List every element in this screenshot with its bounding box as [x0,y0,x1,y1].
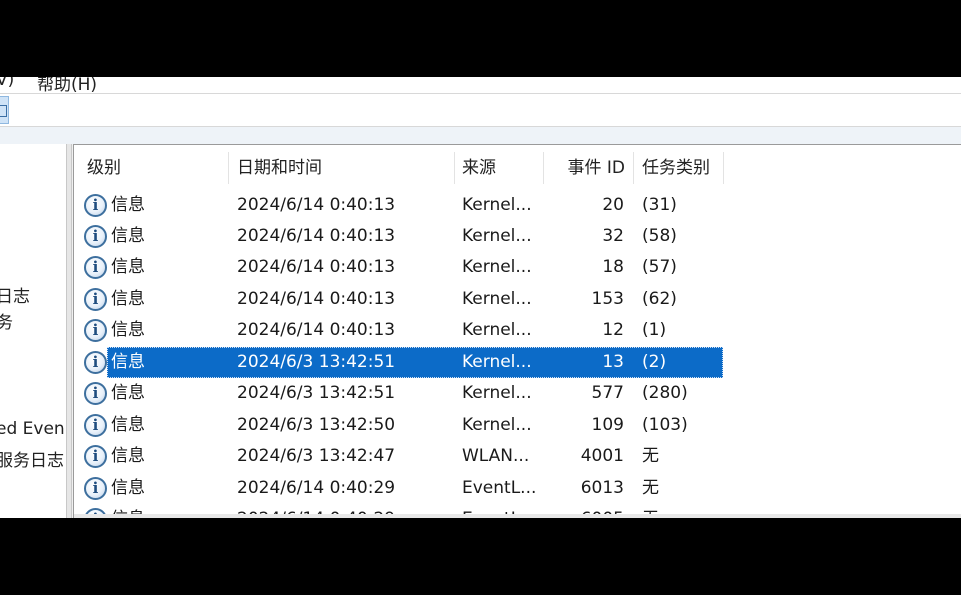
cell-source: Kernel... [462,352,532,372]
selection-highlight [107,347,723,378]
cell-event-id: 109 [591,415,624,435]
cell-datetime: 2024/6/14 0:40:13 [237,195,396,215]
cell-source: Kernel... [462,383,532,403]
table-row[interactable]: 信息 2024/6/14 0:40:13 Kernel... 32 (58) [74,221,724,252]
cell-source: EventL... [462,478,537,498]
table-row-selected[interactable]: 信息 2024/6/3 13:42:51 Kernel... 13 (2) [74,347,724,378]
cell-datetime: 2024/6/3 13:42:51 [237,383,396,403]
menu-view[interactable]: V) [0,77,14,90]
cell-source: Kernel... [462,415,532,435]
cell-level: 信息 [111,320,145,340]
info-icon [84,445,107,468]
table-row[interactable]: 信息 2024/6/14 0:40:13 Kernel... 18 (57) [74,252,724,283]
cell-event-id: 18 [602,257,624,277]
toolbar [0,93,961,127]
table-row[interactable]: 信息 2024/6/14 0:40:13 Kernel... 12 (1) [74,315,724,346]
cell-source: Kernel... [462,320,532,340]
cell-datetime: 2024/6/3 13:42:51 [237,352,396,372]
cell-source: Kernel... [462,289,532,309]
cell-datetime: 2024/6/14 0:40:13 [237,257,396,277]
tree-item-forwarded-events[interactable]: ed Even [0,419,65,439]
column-header-level[interactable]: 级别 [87,152,229,184]
cell-source: Kernel... [462,257,532,277]
table-row[interactable]: 信息 2024/6/14 0:40:13 Kernel... 20 (31) [74,190,724,221]
info-icon [84,288,107,311]
column-header-event-id[interactable]: 事件 ID [544,152,634,184]
menu-bar: V) 帮助(H) [0,77,961,93]
menu-help[interactable]: 帮助(H) [37,77,97,93]
event-viewer-window: V) 帮助(H) 日志 务 ed Even 服务日志 级别 日期和时间 来源 事… [0,77,961,518]
cell-source: Kernel... [462,195,532,215]
cell-task-category: 无 [642,478,659,498]
letterbox-bottom [0,518,961,595]
cell-level: 信息 [111,257,145,277]
info-icon [84,382,107,405]
letterbox-top [0,0,961,77]
cell-task-category: (2) [642,352,667,372]
cell-task-category: 无 [642,446,659,466]
console-tree-pane: 日志 务 ed Even 服务日志 [0,144,67,518]
cell-datetime: 2024/6/14 0:40:13 [237,289,396,309]
info-icon [84,319,107,342]
info-icon [84,256,107,279]
cell-task-category: (62) [642,289,677,309]
tree-item-service-logs[interactable]: 服务日志 [0,446,64,471]
cell-level: 信息 [111,478,145,498]
info-icon [84,225,107,248]
cell-event-id: 32 [602,226,624,246]
table-row[interactable]: 信息 2024/6/3 13:42:51 Kernel... 577 (280) [74,378,724,409]
cell-task-category: (1) [642,320,667,340]
cell-level: 信息 [111,289,145,309]
cell-level: 信息 [111,226,145,246]
cell-event-id: 577 [591,383,624,403]
table-row[interactable]: 信息 2024/6/3 13:42:50 Kernel... 109 (103) [74,410,724,441]
cell-task-category: (280) [642,383,688,403]
cell-task-category: (57) [642,257,677,277]
cell-event-id: 12 [602,320,624,340]
info-icon [84,194,107,217]
show-hide-console-tree-icon[interactable] [0,96,9,124]
cell-task-category: (103) [642,415,688,435]
cell-level: 信息 [111,195,145,215]
cell-level: 信息 [111,383,145,403]
table-row[interactable]: 信息 2024/6/3 13:42:47 WLAN... 4001 无 [74,441,724,472]
cell-task-category: (31) [642,195,677,215]
cell-datetime: 2024/6/14 0:40:13 [237,226,396,246]
cell-datetime: 2024/6/14 0:40:29 [237,478,396,498]
cell-level: 信息 [111,415,145,435]
column-header-task-category[interactable]: 任务类别 [642,152,724,184]
cell-event-id: 6013 [580,478,624,498]
header-band [0,127,961,144]
cell-source: WLAN... [462,446,530,466]
event-list-pane: 级别 日期和时间 来源 事件 ID 任务类别 信息 2024/6/14 0:40… [73,144,961,518]
table-row[interactable]: 信息 2024/6/14 0:40:13 Kernel... 153 (62) [74,284,724,315]
cell-level: 信息 [111,352,145,372]
tree-item-log[interactable]: 日志 [0,282,30,307]
info-icon [84,414,107,437]
cell-source: Kernel... [462,226,532,246]
table-row[interactable]: 信息 2024/6/14 0:40:29 EventL... 6013 无 [74,473,724,504]
cell-datetime: 2024/6/14 0:40:13 [237,320,396,340]
tree-item-service[interactable]: 务 [0,308,13,333]
cell-event-id: 13 [602,352,624,372]
cell-event-id: 4001 [580,446,624,466]
column-header-datetime[interactable]: 日期和时间 [237,152,455,184]
cell-event-id: 20 [602,195,624,215]
cell-datetime: 2024/6/3 13:42:50 [237,415,396,435]
cell-datetime: 2024/6/3 13:42:47 [237,446,396,466]
cell-task-category: (58) [642,226,677,246]
column-header-source[interactable]: 来源 [462,152,544,184]
cell-event-id: 153 [591,289,624,309]
info-icon [84,351,107,374]
info-icon [84,477,107,500]
pane-splitter[interactable] [67,144,72,518]
cell-level: 信息 [111,446,145,466]
